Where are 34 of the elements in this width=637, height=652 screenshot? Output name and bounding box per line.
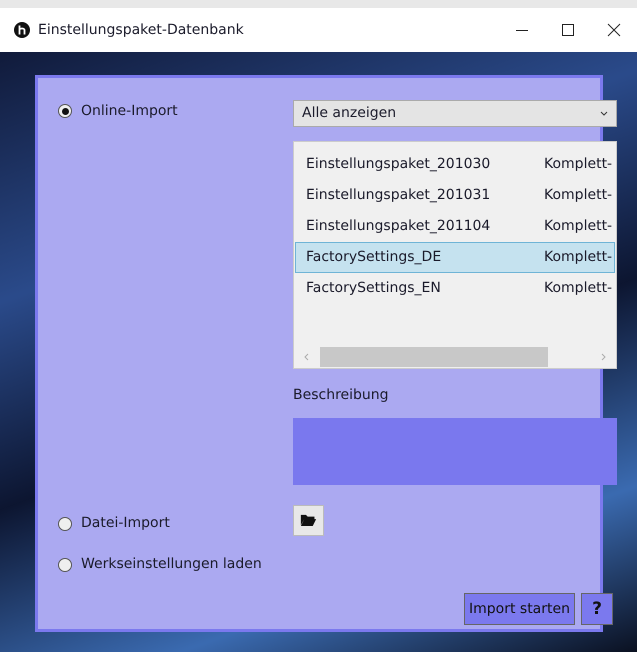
help-button[interactable]: ?: [581, 593, 613, 626]
package-name: FactorySettings_DE: [306, 248, 442, 267]
description-label: Beschreibung: [293, 386, 390, 405]
description-field[interactable]: [293, 418, 617, 485]
scrollbar-thumb[interactable]: [320, 347, 548, 367]
maximize-icon: [561, 23, 575, 37]
folder-icon: [300, 512, 317, 528]
app-logo-icon: [14, 22, 30, 38]
package-name: FactorySettings_EN: [306, 279, 442, 298]
option-label[interactable]: Werkseinstellungen laden: [81, 554, 262, 575]
package-row[interactable]: Einstellungspaket_201031 Komplett-: [295, 180, 615, 211]
package-type: Komplett-: [544, 279, 612, 298]
option-label[interactable]: Online-Import: [81, 100, 178, 122]
caret-icon: [600, 111, 608, 116]
close-icon: [607, 23, 621, 37]
package-name: Einstellungspaket_201030: [306, 155, 492, 174]
radio-button[interactable]: [58, 558, 72, 572]
folder-button[interactable]: [293, 504, 324, 536]
package-type: Komplett-: [544, 155, 612, 174]
package-name: Einstellungspaket_201031: [306, 186, 492, 205]
import-start-button[interactable]: Import starten: [464, 593, 575, 626]
option-label[interactable]: Datei-Import: [81, 513, 170, 534]
package-row[interactable]: Einstellungspaket_201104 Komplett-: [295, 211, 615, 242]
radio-button[interactable]: [58, 104, 72, 118]
package-row[interactable]: FactorySettings_EN Komplett-: [295, 273, 615, 304]
radio-button[interactable]: [58, 516, 72, 531]
filter-dropdown[interactable]: Alle anzeigen: [293, 100, 617, 127]
package-row[interactable]: FactorySettings_DE Komplett-: [295, 242, 615, 273]
package-row[interactable]: Einstellungspaket_201030 Komplett-: [295, 149, 615, 180]
package-type: Komplett-: [544, 248, 612, 267]
package-name: Einstellungspaket_201104: [306, 217, 492, 236]
package-type: Komplett-: [544, 186, 612, 205]
package-type: Komplett-: [544, 217, 612, 236]
window-title: Einstellungspaket-Datenbank: [38, 20, 244, 40]
